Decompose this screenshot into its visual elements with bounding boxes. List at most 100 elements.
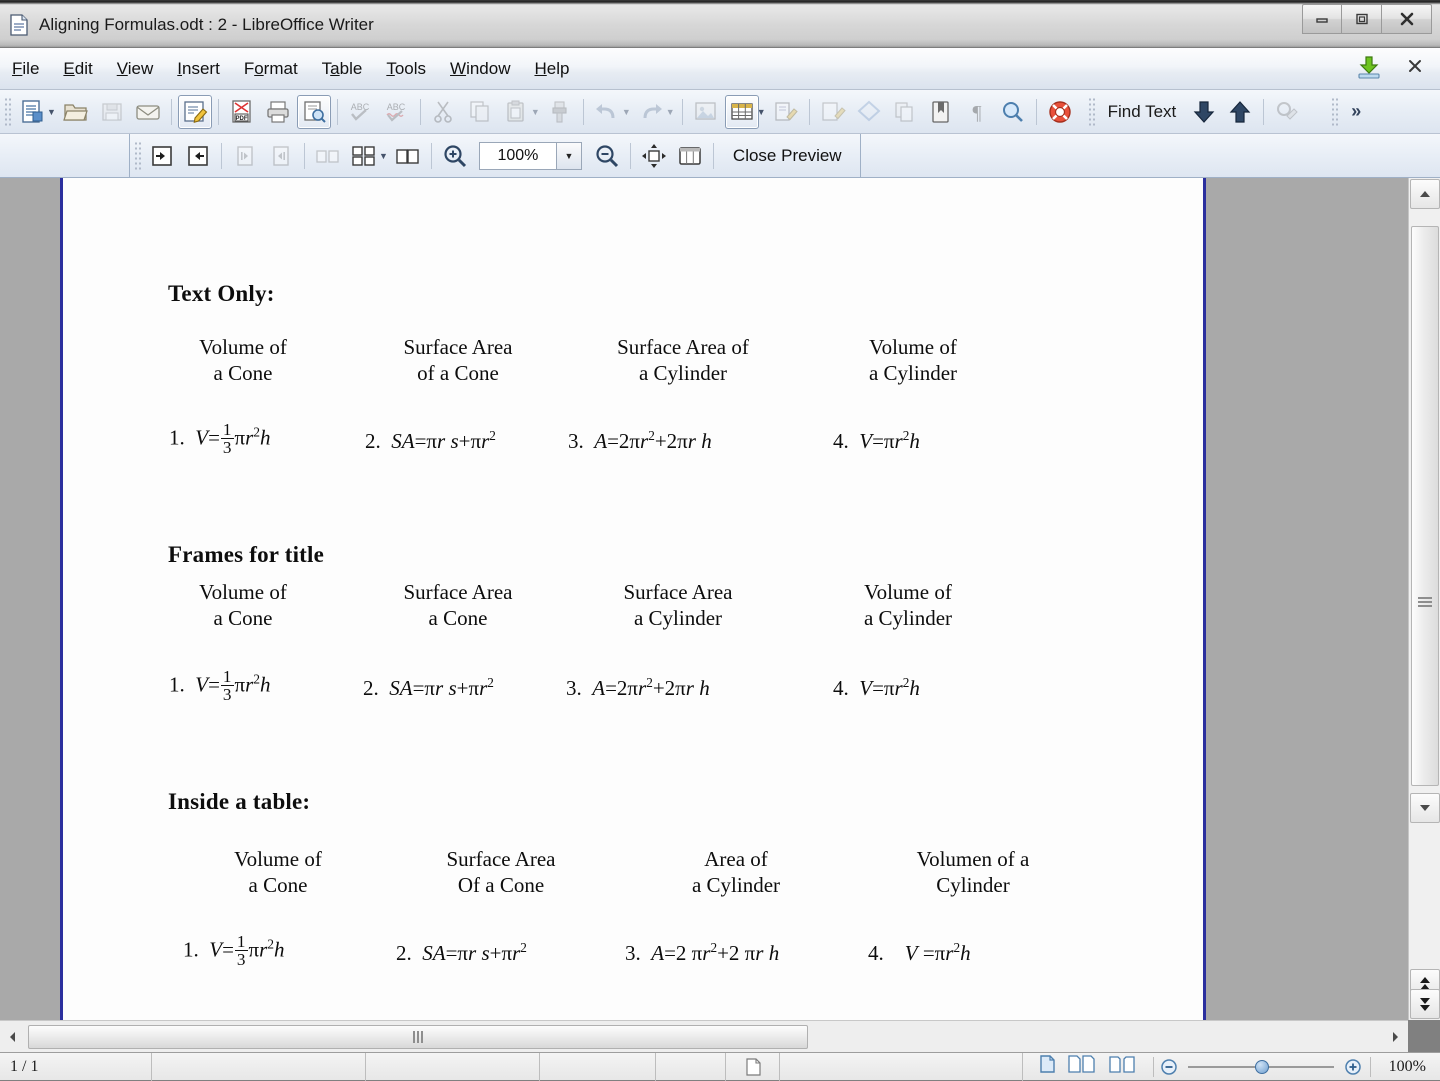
print-preview-icon[interactable] (296, 94, 331, 129)
menu-help[interactable]: Help (523, 55, 580, 83)
restore-button[interactable] (1342, 4, 1382, 34)
zoom-dropdown-icon[interactable]: ▼ (555, 141, 582, 170)
status-language[interactable] (540, 1052, 657, 1081)
menu-view[interactable]: View (106, 55, 165, 83)
preview-toolbar-grip[interactable] (134, 140, 142, 171)
email-document-icon[interactable] (131, 95, 165, 129)
redo-dropdown-icon[interactable]: ▼ (666, 107, 675, 117)
menu-insert[interactable]: Insert (166, 55, 231, 83)
toolbar-grip[interactable] (4, 96, 12, 127)
section3-header-1: Volume of a Cone (234, 847, 322, 897)
paste-dropdown-icon[interactable]: ▼ (531, 107, 540, 117)
close-preview-button[interactable]: Close Preview (719, 146, 856, 166)
copy-icon[interactable] (463, 95, 497, 129)
horizontal-scroll-thumb[interactable] (28, 1024, 808, 1049)
insert-table-icon[interactable] (724, 94, 759, 129)
toolbar-overflow-icon[interactable]: » (1341, 101, 1371, 122)
section1-header-2: Surface Area of a Cone (403, 335, 513, 385)
scroll-right-button[interactable] (1382, 1031, 1408, 1043)
close-document-icon[interactable] (1396, 57, 1434, 81)
status-page-style[interactable] (366, 1052, 541, 1081)
minimize-button[interactable] (1302, 4, 1342, 34)
zoom-in-status-button[interactable] (1344, 1058, 1362, 1076)
undo-dropdown-icon[interactable]: ▼ (622, 107, 631, 117)
section-title-inside-a-table: Inside a table: (168, 789, 311, 814)
clone-formatting-icon[interactable] (543, 95, 577, 129)
section1-header-4: Volume of a Cylinder (868, 335, 958, 385)
status-selection-mode[interactable] (726, 1052, 781, 1081)
section2-header-1: Volume of a Cone (199, 580, 287, 630)
new-document-icon[interactable] (15, 95, 49, 129)
close-button[interactable] (1382, 4, 1432, 34)
findbar-grip[interactable] (1087, 96, 1096, 127)
insert-field-icon[interactable] (816, 95, 850, 129)
scroll-thumb-grip (1418, 597, 1432, 607)
formatting-marks-icon[interactable]: ¶ (960, 95, 994, 129)
multi-page-view-icon[interactable] (1067, 1054, 1097, 1079)
full-screen-icon[interactable] (637, 139, 671, 173)
two-page-preview-icon[interactable] (311, 139, 345, 173)
export-pdf-icon[interactable]: PDF (225, 95, 259, 129)
insert-section-icon[interactable] (888, 95, 922, 129)
svg-text:¶: ¶ (972, 102, 981, 124)
insert-bookmark-icon[interactable] (924, 95, 958, 129)
menu-table[interactable]: Table (311, 55, 374, 83)
help-icon[interactable] (1043, 95, 1077, 129)
scroll-left-button[interactable] (0, 1031, 26, 1043)
multiple-page-preview-icon[interactable] (347, 139, 381, 173)
zoom-icon[interactable] (996, 95, 1030, 129)
last-page-icon[interactable] (264, 139, 298, 173)
cut-icon[interactable] (427, 95, 461, 129)
print-icon[interactable] (261, 95, 295, 129)
status-signature[interactable] (780, 1052, 1024, 1081)
zoom-slider[interactable] (1188, 1059, 1334, 1074)
status-zoom-percent[interactable]: 100% (1379, 1053, 1440, 1081)
menu-edit[interactable]: Edit (52, 55, 103, 83)
insert-text-box-icon[interactable] (769, 95, 803, 129)
book-preview-icon[interactable] (391, 139, 425, 173)
insert-special-character-icon[interactable] (852, 95, 886, 129)
toolbar-overflow-grip[interactable] (1331, 96, 1340, 127)
paste-icon[interactable] (499, 95, 533, 129)
find-replace-icon[interactable] (1270, 95, 1304, 129)
insert-image-icon[interactable] (689, 95, 723, 129)
section3-formula-3: 3. A=2 πr2+2 πr h (625, 940, 780, 965)
download-update-icon[interactable] (1356, 54, 1382, 85)
zoom-in-icon[interactable] (438, 139, 472, 173)
vertical-scrollbar[interactable] (1408, 178, 1440, 1020)
next-page-icon[interactable] (181, 139, 215, 173)
single-page-view-icon[interactable] (1037, 1054, 1057, 1079)
menu-file[interactable]: FFileile (1, 55, 50, 83)
undo-icon[interactable] (590, 95, 624, 129)
document-preview-area[interactable]: Text Only: Volume of a Cone Surface Area… (0, 178, 1408, 1020)
toolbar-separator (1035, 98, 1037, 125)
status-insert-mode[interactable] (656, 1052, 727, 1081)
menu-tools[interactable]: Tools (375, 55, 437, 83)
status-word-count[interactable] (152, 1052, 366, 1081)
horizontal-scrollbar[interactable] (0, 1020, 1408, 1052)
first-page-icon[interactable] (228, 139, 262, 173)
next-page-scroll-button[interactable] (1410, 989, 1440, 1019)
menu-window[interactable]: Window (439, 55, 521, 83)
redo-icon[interactable] (634, 95, 668, 129)
edit-mode-icon[interactable] (177, 94, 212, 129)
toolbar-separator (712, 142, 714, 169)
print-page-view-icon[interactable] (673, 139, 707, 173)
zoom-out-icon[interactable] (590, 139, 624, 173)
zoom-out-status-button[interactable] (1160, 1058, 1178, 1076)
zoom-slider-knob[interactable] (1255, 1059, 1270, 1074)
find-next-down-icon[interactable] (1187, 95, 1221, 129)
save-icon[interactable] (95, 95, 129, 129)
scroll-up-button[interactable] (1409, 179, 1440, 209)
scroll-down-button[interactable] (1410, 793, 1440, 823)
status-page-count[interactable]: 1 / 1 (0, 1052, 153, 1081)
autospellcheck-icon[interactable]: ABC (380, 95, 414, 129)
book-view-icon[interactable] (1107, 1054, 1137, 1079)
vertical-scroll-thumb[interactable] (1411, 226, 1439, 786)
menu-format[interactable]: Format (233, 55, 309, 83)
zoom-value-field[interactable]: 100% (478, 141, 557, 170)
previous-page-icon[interactable] (145, 139, 179, 173)
find-previous-up-icon[interactable] (1223, 95, 1257, 129)
spelling-check-icon[interactable]: ABC (344, 95, 378, 129)
open-file-icon[interactable] (59, 95, 93, 129)
